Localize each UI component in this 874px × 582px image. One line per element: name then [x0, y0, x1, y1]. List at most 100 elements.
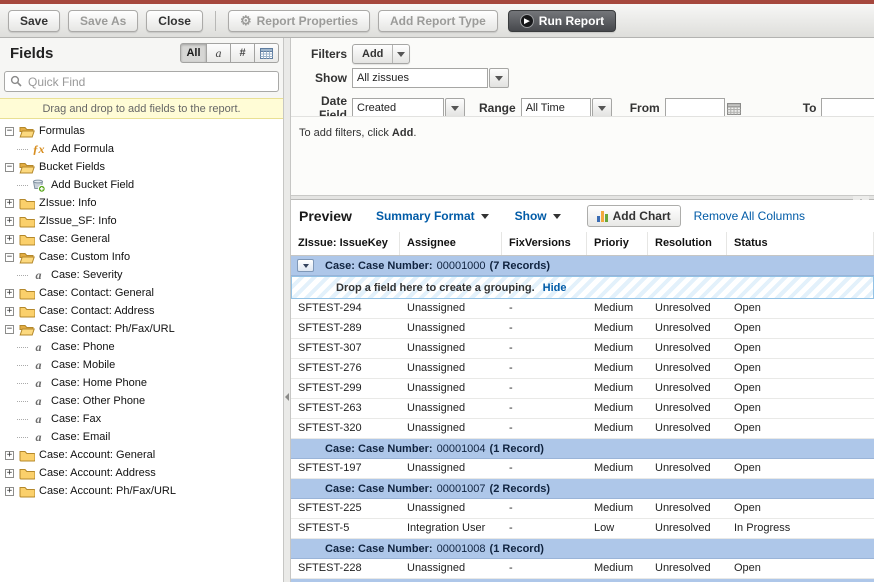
report-properties-button[interactable]: ⚙ Report Properties [228, 10, 370, 32]
tree-item-case-phone[interactable]: aCase: Phone [0, 338, 283, 356]
add-report-type-button[interactable]: Add Report Type [378, 10, 498, 32]
from-label: From [630, 101, 660, 115]
tree-item-zissue-info[interactable]: +ZIssue: Info [0, 194, 283, 212]
tree-toggle-plus-icon[interactable]: + [5, 307, 14, 316]
tree-item-case-contact-ph-fax-url[interactable]: −Case: Contact: Ph/Fax/URL [0, 320, 283, 338]
collapse-panel-icon[interactable] [285, 393, 289, 401]
grouping-dropzone[interactable]: Drop a field here to create a grouping.H… [291, 276, 874, 299]
group-label: Case: Case Number: [325, 543, 433, 555]
range-select-button[interactable] [592, 98, 612, 118]
filter-all-button[interactable]: All [180, 43, 207, 63]
remove-all-columns-link[interactable]: Remove All Columns [694, 209, 805, 223]
tree-item-case-account-general[interactable]: +Case: Account: General [0, 446, 283, 464]
table-cell: SFTEST-263 [291, 399, 400, 418]
column-header-zissue-issuekey[interactable]: ZIssue: IssueKey [291, 232, 400, 255]
tree-toggle-minus-icon[interactable]: − [5, 325, 14, 334]
table-cell: Open [727, 379, 874, 398]
tree-item-case-account-address[interactable]: +Case: Account: Address [0, 464, 283, 482]
group-menu-button[interactable] [297, 259, 314, 272]
tree-item-case-mobile[interactable]: aCase: Mobile [0, 356, 283, 374]
folder-closed-icon [18, 197, 35, 210]
folder-open-icon [18, 251, 35, 264]
tree-item-case-severity[interactable]: aCase: Severity [0, 266, 283, 284]
panel-splitter[interactable] [283, 38, 291, 582]
show-select-button[interactable] [489, 68, 509, 88]
show-menu[interactable]: Show [515, 209, 561, 223]
tree-item-add-formula[interactable]: ƒxAdd Formula [0, 140, 283, 158]
tree-item-case-home-phone[interactable]: aCase: Home Phone [0, 374, 283, 392]
column-header-prioriy[interactable]: Prioriy [587, 232, 648, 255]
table-row: SFTEST-276Unassigned-MediumUnresolvedOpe… [291, 359, 874, 379]
tree-item-zissue-sf-info[interactable]: +ZIssue_SF: Info [0, 212, 283, 230]
tree-item-case-contact-address[interactable]: +Case: Contact: Address [0, 302, 283, 320]
date-field-select-button[interactable] [445, 98, 465, 118]
table-cell: Integration User [400, 519, 502, 538]
filter-number-button[interactable]: # [231, 43, 255, 63]
show-select[interactable]: All zissues [352, 68, 509, 88]
table-cell: Unassigned [400, 319, 502, 338]
chevron-down-icon [553, 214, 561, 219]
folder-closed-icon [18, 449, 35, 462]
tree-item-bucket-fields[interactable]: −Bucket Fields [0, 158, 283, 176]
filters-label: Filters [291, 47, 347, 61]
tree-toggle-minus-icon[interactable]: − [5, 163, 14, 172]
tree-item-case-email[interactable]: aCase: Email [0, 428, 283, 446]
column-header-assignee[interactable]: Assignee [400, 232, 502, 255]
tree-toggle-plus-icon[interactable]: + [5, 469, 14, 478]
from-calendar-button[interactable] [727, 102, 741, 115]
close-button[interactable]: Close [146, 10, 203, 32]
add-filter-button[interactable]: Add [352, 44, 410, 64]
tree-item-case-custom-info[interactable]: − Case: Custom Info [0, 248, 283, 266]
tree-item-label: Case: Custom Info [39, 251, 130, 263]
folder-closed-icon [18, 287, 35, 300]
from-date-input[interactable] [665, 98, 725, 118]
tree-item-case-other-phone[interactable]: aCase: Other Phone [0, 392, 283, 410]
column-header-status[interactable]: Status [727, 232, 874, 255]
group-row[interactable]: Case: Case Number:00001004(1 Record) [291, 439, 874, 459]
toolbar-divider [215, 11, 216, 31]
tree-item-formulas[interactable]: −Formulas [0, 122, 283, 140]
column-header-fixversions[interactable]: FixVersions [502, 232, 587, 255]
add-chart-button[interactable]: Add Chart [587, 205, 681, 227]
run-report-button[interactable]: ▶ Run Report [508, 10, 616, 32]
date-field-select[interactable]: Created [352, 98, 465, 118]
tree-toggle-plus-icon[interactable]: + [5, 217, 14, 226]
quick-find-input[interactable] [4, 71, 279, 92]
filter-text-button[interactable]: a [207, 43, 231, 63]
range-select[interactable]: All Time [521, 98, 612, 118]
hide-link[interactable]: Hide [543, 282, 567, 294]
group-row[interactable]: Case: Case Number:00001008(1 Record) [291, 539, 874, 559]
tree-item-case-contact-general[interactable]: +Case: Contact: General [0, 284, 283, 302]
save-as-button[interactable]: Save As [68, 10, 138, 32]
tree-toggle-plus-icon[interactable]: + [5, 199, 14, 208]
tree-item-case-general[interactable]: +Case: General [0, 230, 283, 248]
folder-open-icon [18, 161, 35, 174]
tree-toggle-minus-icon[interactable]: − [5, 253, 14, 262]
tree-item-label: Case: Fax [51, 413, 101, 425]
tree-item-case-fax[interactable]: aCase: Fax [0, 410, 283, 428]
table-cell: Unresolved [648, 499, 727, 518]
tree-toggle-plus-icon[interactable]: + [5, 289, 14, 298]
tree-item-label: Case: Phone [51, 341, 115, 353]
tree-item-case-account-ph-fax-url[interactable]: +Case: Account: Ph/Fax/URL [0, 482, 283, 500]
tree-toggle-plus-icon[interactable]: + [5, 451, 14, 460]
filters-pane: Filters Add Show All zissues Date Field … [291, 38, 874, 195]
filter-date-button[interactable] [255, 43, 279, 63]
table-row: SFTEST-263Unassigned-MediumUnresolvedOpe… [291, 399, 874, 419]
table-cell: SFTEST-294 [291, 299, 400, 318]
column-header-resolution[interactable]: Resolution [648, 232, 727, 255]
save-button[interactable]: Save [8, 10, 60, 32]
group-row[interactable]: Case: Case Number:00001007(2 Records) [291, 479, 874, 499]
tree-toggle-plus-icon[interactable]: + [5, 235, 14, 244]
show-label: Show [291, 71, 347, 85]
summary-format-menu[interactable]: Summary Format [376, 209, 489, 223]
tree-item-add-bucket-field[interactable]: Add Bucket Field [0, 176, 283, 194]
tree-toggle-minus-icon[interactable]: − [5, 127, 14, 136]
tree-toggle-plus-icon[interactable]: + [5, 487, 14, 496]
to-date-input[interactable] [821, 98, 874, 118]
table-cell: Open [727, 399, 874, 418]
tree-connector [17, 437, 28, 438]
group-label: Case: Case Number: [325, 443, 433, 455]
group-row[interactable]: Case: Case Number:00001000(7 Records) [291, 256, 874, 276]
table-cell: Unassigned [400, 339, 502, 358]
